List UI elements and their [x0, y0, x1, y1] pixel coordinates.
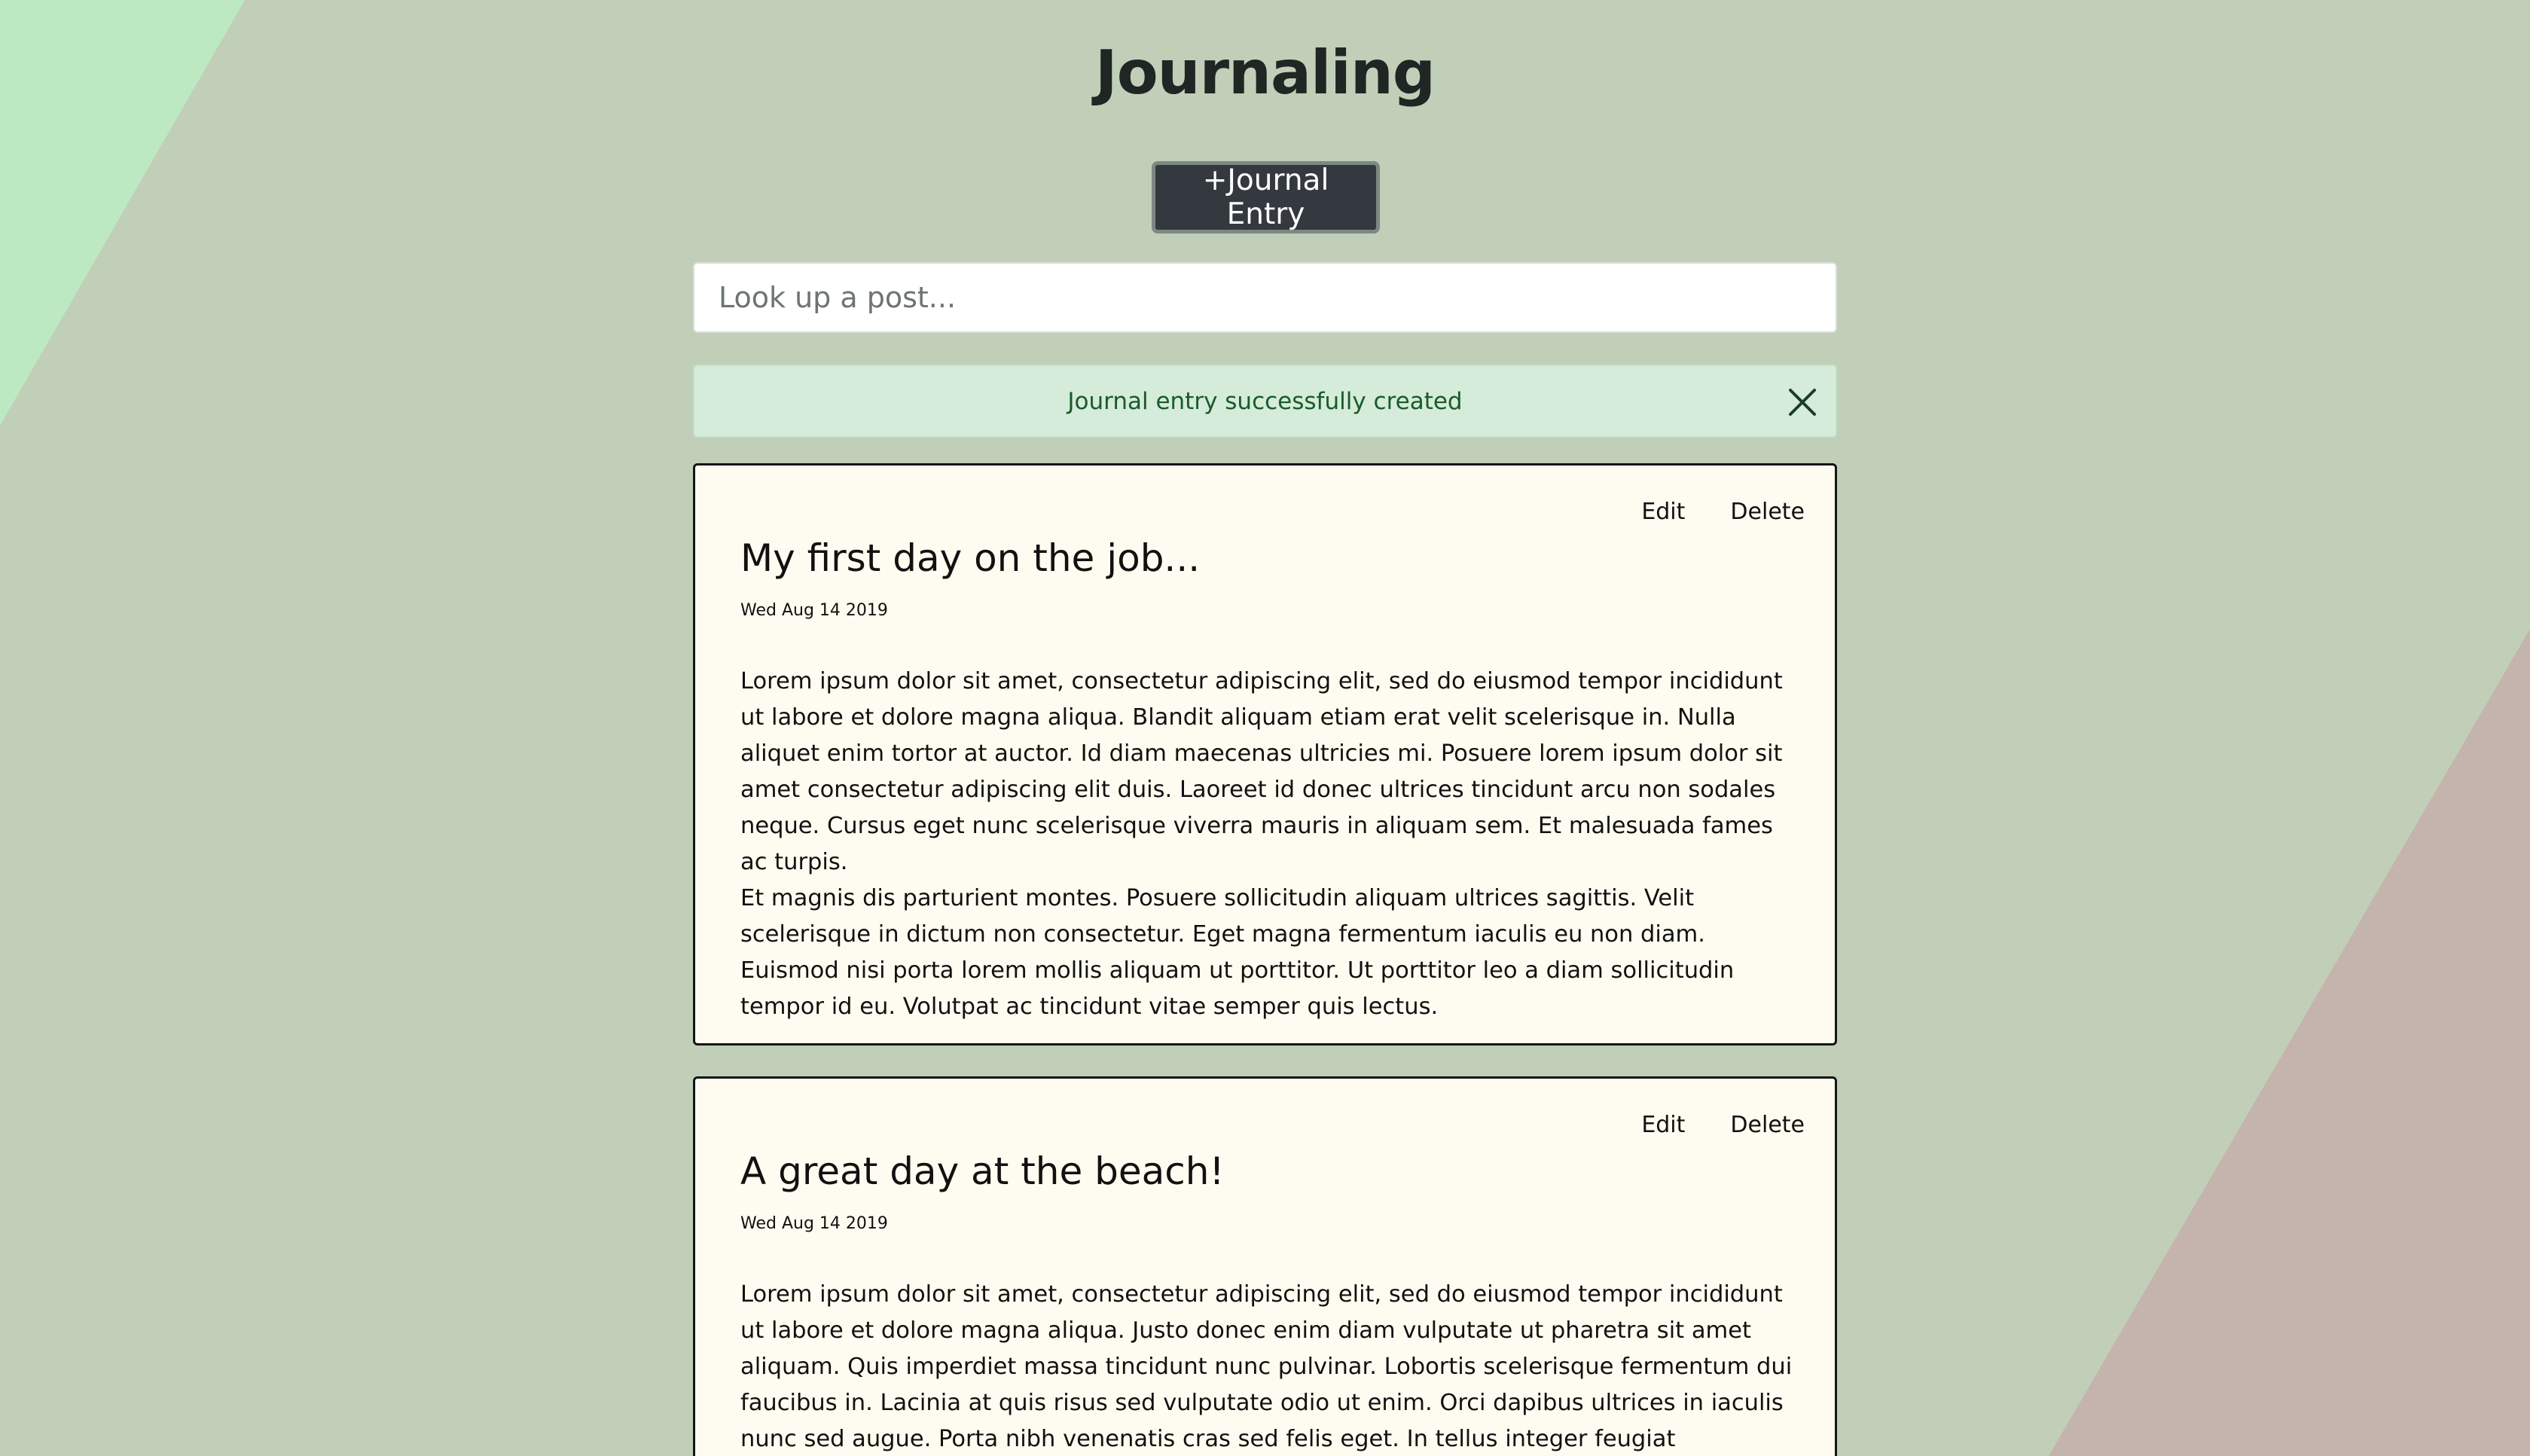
entry-body: Lorem ipsum dolor sit amet, consectetur …: [740, 1277, 1795, 1456]
new-journal-entry-button[interactable]: +Journal Entry: [1152, 161, 1380, 234]
delete-button[interactable]: Delete: [1730, 499, 1805, 525]
close-icon[interactable]: [1783, 383, 1822, 422]
entry-paragraph: Lorem ipsum dolor sit amet, consectetur …: [740, 1281, 1793, 1452]
entry-paragraph: Et magnis dis parturient montes. Posuere…: [740, 885, 1735, 1020]
entry-actions: Edit Delete: [1641, 499, 1805, 525]
entry-title: My first day on the job...: [740, 536, 1201, 580]
entry-paragraph: Lorem ipsum dolor sit amet, consectetur …: [740, 668, 1783, 875]
page-title: Journaling: [1094, 38, 1436, 108]
entry-body: Lorem ipsum dolor sit amet, consectetur …: [740, 664, 1795, 1025]
edit-button[interactable]: Edit: [1641, 1112, 1685, 1138]
edit-button[interactable]: Edit: [1641, 499, 1685, 525]
journal-page: Journaling +Journal Entry Journal entry …: [0, 0, 2530, 1456]
success-alert: Journal entry successfully created: [693, 365, 1837, 438]
journal-entry-card: Edit Delete A great day at the beach! We…: [693, 1076, 1837, 1456]
journal-entry-card: Edit Delete My first day on the job... W…: [693, 463, 1837, 1045]
search-input[interactable]: [693, 262, 1837, 333]
alert-message: Journal entry successfully created: [1067, 387, 1463, 415]
entry-actions: Edit Delete: [1641, 1112, 1805, 1138]
entry-date: Wed Aug 14 2019: [740, 1214, 888, 1233]
delete-button[interactable]: Delete: [1730, 1112, 1805, 1138]
entry-date: Wed Aug 14 2019: [740, 601, 888, 620]
entry-title: A great day at the beach!: [740, 1149, 1225, 1193]
